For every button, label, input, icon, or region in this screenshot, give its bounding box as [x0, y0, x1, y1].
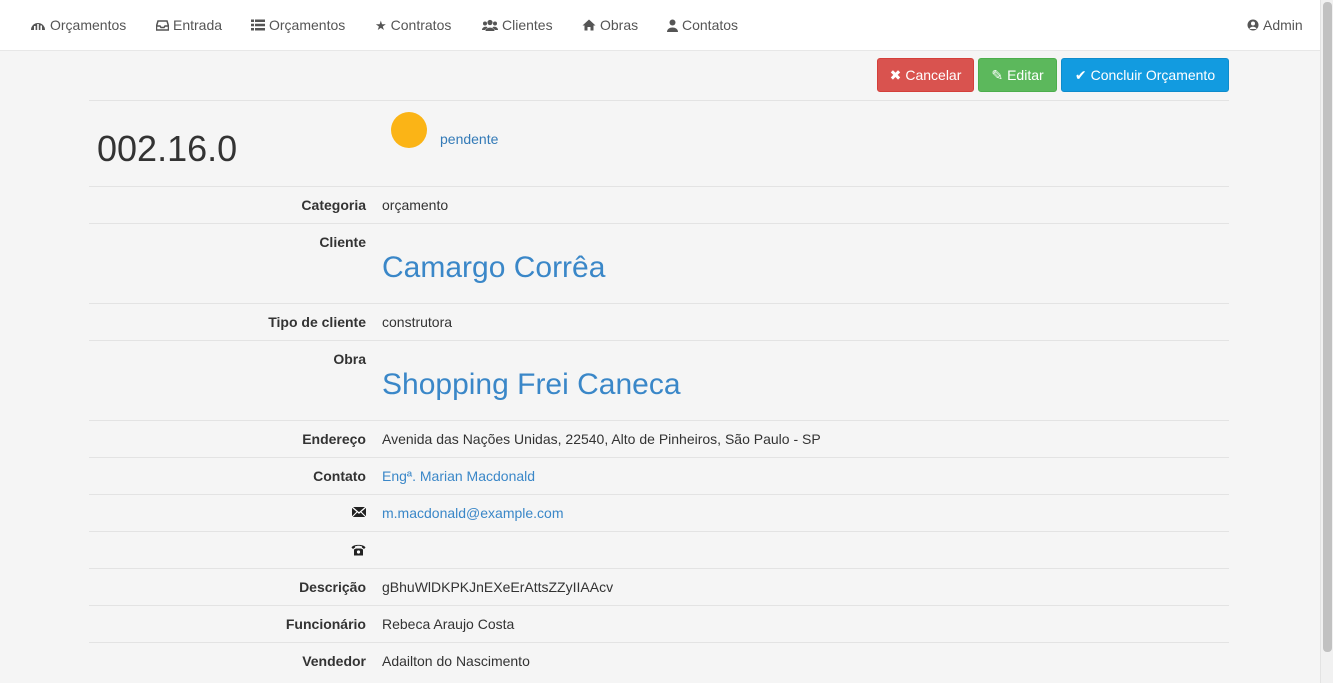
- user-icon: [667, 19, 678, 32]
- nav-item-orcamentos-dashboard[interactable]: Orçamentos: [30, 0, 126, 50]
- cancel-button-label: Cancelar: [905, 67, 962, 83]
- label-contato: Contato: [313, 468, 366, 484]
- budget-code: 002.16.0: [97, 128, 238, 169]
- edit-button-label: Editar: [1007, 67, 1044, 83]
- nav-label: Entrada: [173, 17, 223, 33]
- value-contato-link[interactable]: Engª. Marian Macdonald: [382, 468, 535, 484]
- label-funcionario: Funcionário: [285, 616, 366, 632]
- edit-button[interactable]: ✎ Editar: [978, 58, 1057, 92]
- divider: [89, 100, 1229, 101]
- dashboard-icon: [30, 19, 46, 31]
- nav-item-contatos[interactable]: Contatos: [667, 0, 738, 50]
- divider: [89, 420, 1229, 421]
- home-icon: [582, 19, 596, 31]
- scrollbar-thumb[interactable]: [1323, 2, 1332, 652]
- user-circle-icon: [1247, 19, 1259, 31]
- nav-item-admin[interactable]: Admin: [1247, 0, 1303, 50]
- label-vendedor: Vendedor: [302, 653, 366, 669]
- divider: [89, 642, 1229, 643]
- label-descricao: Descrição: [299, 579, 366, 595]
- divider: [89, 223, 1229, 224]
- nav-label: Clientes: [502, 17, 553, 33]
- divider: [89, 340, 1229, 341]
- label-cliente: Cliente: [319, 234, 366, 250]
- inbox-icon: [156, 19, 169, 31]
- value-obra-link[interactable]: Shopping Frei Caneca: [382, 368, 681, 402]
- label-tipo-cliente: Tipo de cliente: [268, 314, 366, 330]
- check-icon: ✔: [1074, 66, 1087, 83]
- status-indicator: [391, 112, 427, 148]
- nav-label: Obras: [600, 17, 639, 33]
- value-email-link[interactable]: m.macdonald@example.com: [382, 505, 564, 521]
- divider: [89, 605, 1229, 606]
- label-categoria: Categoria: [301, 197, 366, 213]
- nav-label: Orçamentos: [50, 17, 127, 33]
- nav-label: Contatos: [682, 17, 739, 33]
- users-icon: [482, 19, 498, 31]
- value-categoria: orçamento: [382, 197, 449, 213]
- nav-item-entrada[interactable]: Entrada: [156, 0, 222, 50]
- finish-button-label: Concluir Orçamento: [1090, 67, 1216, 83]
- phone-icon: [351, 543, 366, 559]
- nav-item-orcamentos-list[interactable]: Orçamentos: [251, 0, 345, 50]
- label-endereco: Endereço: [302, 431, 366, 447]
- divider: [89, 531, 1229, 532]
- value-funcionario: Rebeca Araujo Costa: [382, 616, 515, 632]
- nav-item-contratos[interactable]: ★ Contratos: [375, 0, 451, 50]
- top-navbar: Orçamentos Entrada Orçamentos ★ Contrato…: [0, 0, 1320, 51]
- value-vendedor: Adailton do Nascimento: [382, 653, 530, 669]
- label-obra: Obra: [333, 351, 366, 367]
- divider: [89, 457, 1229, 458]
- page-scrollbar[interactable]: [1320, 0, 1333, 683]
- nav-label: Orçamentos: [269, 17, 346, 33]
- nav-label: Contratos: [390, 17, 452, 33]
- value-cliente-link[interactable]: Camargo Corrêa: [382, 251, 605, 285]
- value-tipo-cliente: construtora: [382, 314, 453, 330]
- status-link[interactable]: pendente: [440, 131, 498, 147]
- divider: [89, 494, 1229, 495]
- divider: [89, 186, 1229, 187]
- nav-item-clientes[interactable]: Clientes: [482, 0, 553, 50]
- divider: [89, 568, 1229, 569]
- list-icon: [251, 19, 265, 31]
- close-icon: ✖: [889, 66, 902, 83]
- star-icon: ★: [375, 17, 387, 33]
- nav-item-obras[interactable]: Obras: [582, 0, 638, 50]
- finish-budget-button[interactable]: ✔ Concluir Orçamento: [1061, 58, 1229, 92]
- nav-label: Admin: [1263, 17, 1303, 33]
- value-descricao: gBhuWlDKPKJnEXeErAttsZZyIIAAcv: [382, 579, 614, 595]
- pencil-icon: ✎: [991, 66, 1004, 83]
- envelope-icon: [351, 505, 367, 521]
- value-endereco: Avenida das Nações Unidas, 22540, Alto d…: [382, 431, 821, 447]
- cancel-button[interactable]: ✖ Cancelar: [877, 58, 974, 92]
- divider: [89, 303, 1229, 304]
